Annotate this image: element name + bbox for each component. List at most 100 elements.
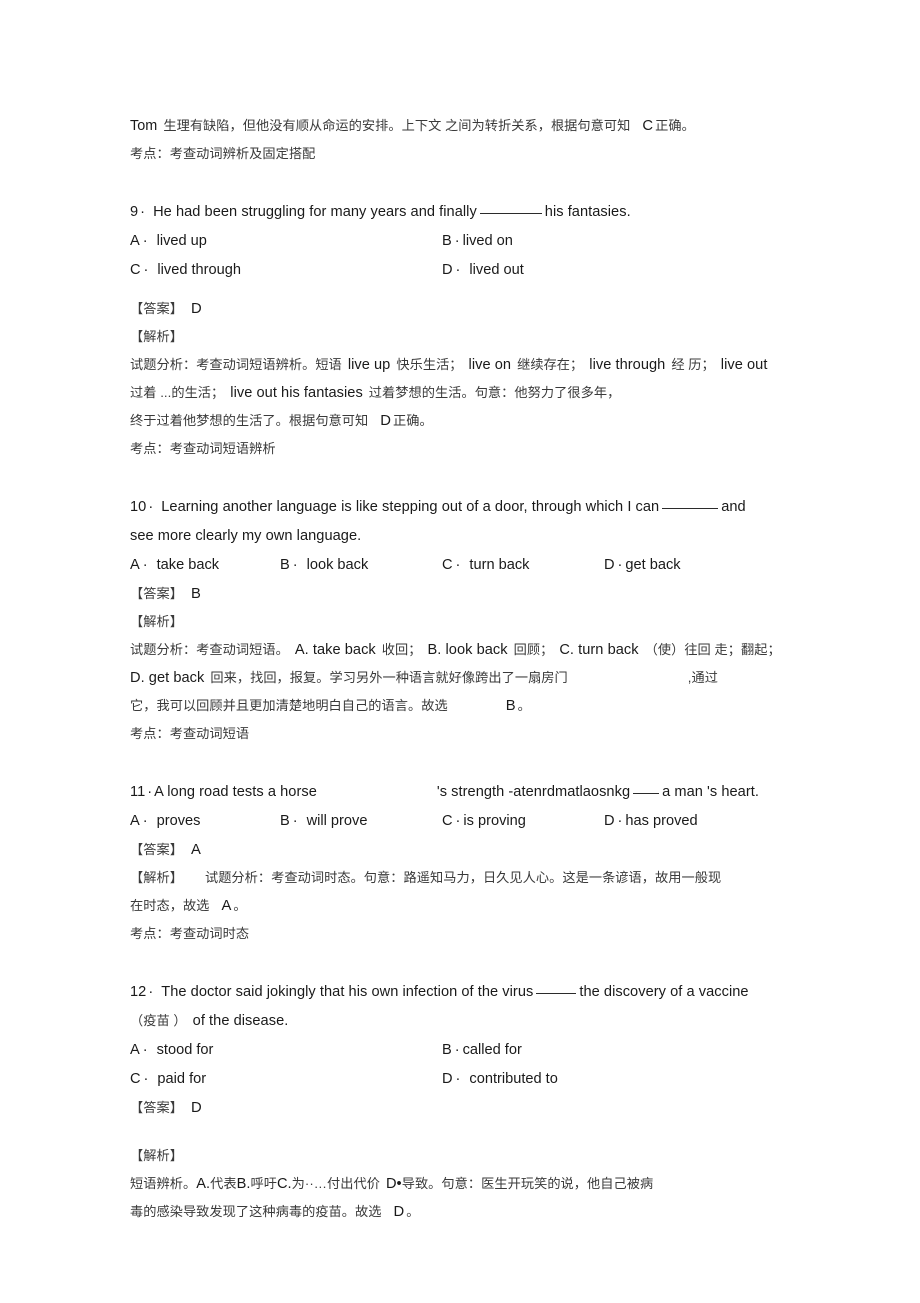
option-label: B <box>280 557 290 573</box>
question-10-separator: · <box>148 499 154 515</box>
question-9-option-a[interactable]: A · lived up <box>130 227 207 256</box>
option-label: C <box>442 813 453 829</box>
question-11-options: A · proves B · will prove C · is proving D · has… <box>130 807 790 836</box>
option-ref-c: C. <box>276 1176 292 1192</box>
answer-label: 【答案】 <box>130 586 183 601</box>
explain-text: 正确。 <box>393 413 433 428</box>
question-10-explain-line-2: D. get back 回来，找回，报复。学习另外一种语言就好像跨出了一扇房门 ,通… <box>130 664 790 692</box>
explain-text: 它，我可以回顾并且更加清楚地明白自己的语言。故选 <box>130 698 448 713</box>
option-label: C <box>442 557 453 573</box>
question-9-option-c[interactable]: C · lived through <box>130 256 241 285</box>
option-ref-d: D• <box>385 1176 402 1192</box>
explain-text: 毒的感染导致发现了这种病毒的疫苗。故选 <box>130 1204 382 1219</box>
previous-question-analysis: Tom 生理有缺陷，但他没有顺从命运的安排。上下文 之间为转折关系，根据句意可知 C… <box>130 112 790 140</box>
question-11-number: 11 <box>130 784 146 800</box>
explain-text: 回顾； <box>513 642 554 657</box>
question-12-answer-value: D <box>190 1100 202 1116</box>
explain-text: 经 历； <box>671 357 715 372</box>
phrase-take-back: A. take back <box>294 642 376 658</box>
question-11-answer-value: A <box>190 842 201 858</box>
question-10-number: 10 <box>130 499 147 515</box>
question-10-blank[interactable] <box>662 508 719 509</box>
question-11-option-d[interactable]: D · has proved <box>604 807 698 836</box>
analysis-name-token: Tom <box>130 118 158 134</box>
question-12-explain-line-2: 毒的感染导致发现了这种病毒的疫苗。故选 D。 <box>130 1198 790 1226</box>
option-label: A <box>130 813 140 829</box>
option-text: will prove <box>306 813 368 829</box>
option-separator: · <box>455 557 461 573</box>
explain-text: 过着 ...的生活； <box>130 385 225 400</box>
option-separator: · <box>454 233 460 249</box>
question-10-answer-value: B <box>190 586 201 602</box>
question-10-explain-line-3: 它，我可以回顾并且更加清楚地明白自己的语言。故选 B。 <box>130 692 790 720</box>
option-text: turn back <box>469 557 530 573</box>
option-label: A <box>130 1042 140 1058</box>
option-label: C <box>130 1071 141 1087</box>
question-12-option-b[interactable]: B · called for <box>442 1036 522 1065</box>
question-10-option-c[interactable]: C · turn back <box>442 551 529 580</box>
question-11-stem-part-1: A long road tests a horse <box>154 784 317 800</box>
explain-text: 在时态，故选 <box>130 898 210 913</box>
question-9-answer-line: 【答案】 D <box>130 295 790 323</box>
document-page: Tom 生理有缺陷，但他没有顺从命运的安排。上下文 之间为转折关系，根据句意可知 C… <box>0 0 920 1303</box>
question-10-stem-line-2: see more clearly my own language. <box>130 528 362 544</box>
question-9-answer-value: D <box>190 301 202 317</box>
question-10-option-d[interactable]: D · get back <box>604 551 681 580</box>
phrase-live-on: live on <box>468 357 512 373</box>
question-9-stem-before-blank: He had been struggling for many years an… <box>153 204 477 220</box>
explain-answer-letter: D <box>393 1204 405 1220</box>
question-11-option-b[interactable]: B · will prove <box>280 807 367 836</box>
question-11-option-a[interactable]: A · proves <box>130 807 200 836</box>
question-9-option-d[interactable]: D · lived out <box>442 256 524 285</box>
analysis-text-part-2: 正确。 <box>655 118 695 133</box>
question-9-point: 考点：考查动词短语辨析 <box>130 441 276 456</box>
explain-text: 呼吁 <box>250 1176 277 1191</box>
explain-text: 短语辨析。 <box>130 1176 197 1191</box>
question-12-blank[interactable] <box>536 993 577 994</box>
question-9-explain-line-1: 试题分析：考查动词短语辨析。短语 live up 快乐生活； live on 继续存在；… <box>130 351 790 379</box>
answer-label: 【答案】 <box>130 842 183 857</box>
explain-text: 。 <box>517 698 531 713</box>
question-11-blank[interactable] <box>633 793 660 794</box>
explain-answer-letter: B <box>505 698 516 714</box>
option-separator: · <box>143 1071 149 1087</box>
option-text: get back <box>625 557 681 573</box>
explain-answer-letter: A <box>221 898 232 914</box>
previous-question-point: 考点：考查动词辨析及固定搭配 <box>130 146 316 161</box>
question-9-number: 9 <box>130 204 139 220</box>
question-11-explain-line-1: 【解析】 试题分析：考查动词时态。句意：路遥知马力，日久见人心。这是一条谚语，故用… <box>130 864 790 892</box>
option-text: called for <box>462 1042 522 1058</box>
explain-text: 试题分析：考查动词时态。句意：路遥知马力，日久见人心。这是一条谚语，故用一般现 <box>204 870 722 885</box>
option-text: is proving <box>463 813 526 829</box>
analysis-answer-letter: C <box>642 118 654 134</box>
question-10-option-a[interactable]: A · take back <box>130 551 219 580</box>
option-label: B <box>442 1042 452 1058</box>
option-text: lived out <box>469 262 524 278</box>
question-12-stem-line-1: 12 · The doctor said jokingly that his own… <box>130 978 790 1007</box>
question-9-explain-line-3: 终于过着他梦想的生活了。根据句意可知 D 正确。 <box>130 407 790 435</box>
option-label: B <box>442 233 452 249</box>
option-text: contributed to <box>469 1071 558 1087</box>
question-12-option-d[interactable]: D · contributed to <box>442 1065 558 1094</box>
option-separator: · <box>455 262 461 278</box>
question-9-option-b[interactable]: B · lived on <box>442 227 513 256</box>
option-separator: · <box>454 1042 460 1058</box>
question-11-answer-line: 【答案】 A <box>130 836 790 864</box>
question-12-options-row-1: A · stood for B · called for <box>130 1036 790 1065</box>
option-text: lived up <box>156 233 207 249</box>
question-9-options-row-2: C · lived through D · lived out <box>130 256 790 285</box>
explain-text: 回来，找回，报复。学习另外一种语言就好像跨出了一扇房门 <box>210 670 568 685</box>
question-9-blank[interactable] <box>479 213 542 214</box>
explain-text: 代表 <box>210 1176 237 1191</box>
question-12-option-a[interactable]: A · stood for <box>130 1036 213 1065</box>
question-11-option-c[interactable]: C · is proving <box>442 807 526 836</box>
question-10-option-b[interactable]: B · look back <box>280 551 368 580</box>
option-label: D <box>442 262 453 278</box>
explain-text: 继续存在； <box>517 357 584 372</box>
option-label: D <box>604 557 615 573</box>
question-11-explain-line-2: 在时态，故选 A。 <box>130 892 790 920</box>
question-12-option-c[interactable]: C · paid for <box>130 1065 206 1094</box>
question-11-separator: · <box>147 784 153 800</box>
question-12-answer-line: 【答案】 D <box>130 1094 790 1122</box>
explain-label: 【解析】 <box>130 870 183 885</box>
